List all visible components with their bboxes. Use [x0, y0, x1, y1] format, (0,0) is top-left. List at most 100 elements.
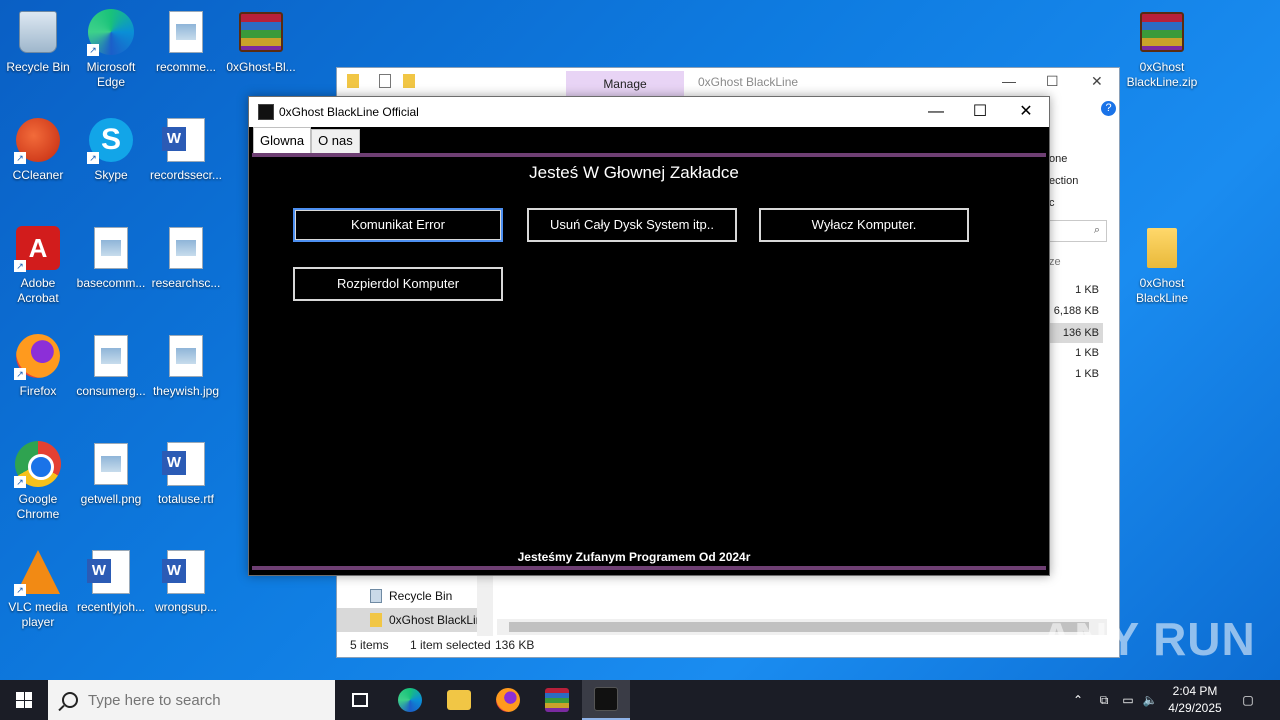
windows-logo-icon [16, 692, 32, 708]
divider [252, 566, 1046, 570]
nav-item-0xghost-blackline[interactable]: 0xGhost BlackLin [337, 608, 493, 632]
tab-o-nas[interactable]: O nas [311, 129, 360, 153]
desktop-icon-label: wrongsup... [154, 600, 218, 614]
taskbar-winrar[interactable] [533, 680, 581, 720]
destroy-computer-button[interactable]: Rozpierdol Komputer [293, 267, 503, 301]
notifications-icon[interactable]: ▢ [1236, 680, 1260, 720]
desktop-icon-rar[interactable]: 0xGhost-Bl... [223, 8, 299, 75]
desktop-icon-label: theywish.jpg [152, 384, 220, 398]
taskbar-blackline-app[interactable] [582, 680, 630, 720]
image-file-icon [87, 440, 135, 488]
word-document-icon [162, 440, 210, 488]
minimize-icon[interactable]: — [913, 97, 959, 127]
recycle-bin-icon [14, 8, 62, 56]
desktop-icon-label: 0xGhost BlackLine.zip [1126, 60, 1198, 89]
new-folder-icon[interactable] [403, 74, 415, 88]
error-message-button[interactable]: Komunikat Error [293, 208, 503, 242]
delete-disk-button[interactable]: Usuń Cały Dysk System itp.. [527, 208, 737, 242]
close-icon[interactable]: ✕ [1003, 97, 1049, 127]
desktop-icon-ccleaner[interactable]: ↗ CCleaner [0, 116, 76, 183]
desktop-icon-label: Recycle Bin [6, 60, 70, 74]
desktop-icon-file[interactable]: recordssecr... [148, 116, 224, 183]
taskbar-file-explorer[interactable] [435, 680, 483, 720]
desktop-icon-file[interactable]: recomme... [148, 8, 224, 75]
tab-glowna[interactable]: Glowna [253, 127, 312, 153]
scrollbar-thumb[interactable] [509, 622, 1089, 632]
minimize-icon[interactable]: — [1002, 73, 1016, 89]
clock-time: 2:04 PM [1172, 684, 1218, 698]
desktop-icon-acrobat[interactable]: A ↗ Adobe Acrobat [0, 224, 76, 306]
show-hidden-icons[interactable]: ⌃ [1068, 680, 1088, 720]
word-document-icon [87, 548, 135, 596]
taskbar-search[interactable] [48, 680, 335, 720]
desktop-icon-recycle-bin[interactable]: Recycle Bin [0, 8, 76, 75]
desktop-icon-file[interactable]: consumerg... [73, 332, 149, 399]
desktop-icon-file[interactable]: recentlyjoh... [73, 548, 149, 615]
desktop-icon-folder[interactable]: 0xGhost BlackLine [1124, 224, 1200, 306]
desktop-icon-skype[interactable]: S ↗ Skype [73, 116, 149, 183]
divider [252, 153, 1046, 157]
volume-icon[interactable]: 🔈 [1140, 680, 1160, 720]
task-view-icon [352, 693, 368, 707]
column-header-size[interactable]: ze [1049, 256, 1061, 268]
winrar-archive-icon [237, 8, 285, 56]
app-titlebar[interactable]: 0xGhost BlackLine Official — ☐ ✕ [249, 97, 1049, 127]
close-icon[interactable]: ✕ [1091, 73, 1103, 90]
search-input[interactable]: ⌕ [1049, 220, 1107, 242]
taskbar-firefox[interactable] [484, 680, 532, 720]
status-selection: 1 item selected [410, 638, 491, 652]
firefox-icon [496, 688, 520, 712]
desktop-icon-label: Firefox [19, 384, 57, 398]
taskbar-clock[interactable]: 2:04 PM 4/29/2025 [1160, 683, 1230, 717]
desktop-icon-label: Microsoft Edge [86, 60, 136, 89]
task-view-button[interactable] [336, 680, 384, 720]
desktop-icon-file[interactable]: totaluse.rtf [148, 440, 224, 507]
maximize-icon[interactable]: ☐ [957, 97, 1003, 127]
desktop-icon-file[interactable]: basecomm... [73, 224, 149, 291]
search-icon: ⌕ [1093, 224, 1100, 236]
nav-scrollbar[interactable] [477, 576, 493, 636]
shutdown-button[interactable]: Wyłacz Komputer. [759, 208, 969, 242]
ribbon-text: ection [1049, 175, 1079, 187]
desktop-icon-zip[interactable]: 0xGhost BlackLine.zip [1124, 8, 1200, 90]
maximize-icon[interactable]: ☐ [1046, 73, 1059, 90]
file-size: 136 KB [1045, 323, 1103, 343]
start-button[interactable] [0, 680, 48, 720]
desktop-icon-firefox[interactable]: ↗ Firefox [0, 332, 76, 399]
desktop-icon-label: recomme... [155, 60, 216, 74]
footer-text: Jesteśmy Zufanym Programem Od 2024r [517, 550, 751, 564]
desktop-icon-file[interactable]: researchsc... [148, 224, 224, 291]
taskbar: ⌃ ⧉ ▭ 🔈 2:04 PM 4/29/2025 ▢ [0, 680, 1280, 720]
desktop-icon-label: recordssecr... [149, 168, 223, 182]
explorer-titlebar[interactable]: Manage 0xGhost BlackLine — ☐ ✕ [337, 68, 1119, 98]
status-size: 136 KB [495, 638, 535, 652]
app-icon [594, 687, 618, 711]
app-icon [258, 104, 274, 120]
nav-item-recycle-bin[interactable]: Recycle Bin [337, 584, 493, 608]
clock-date: 4/29/2025 [1168, 701, 1222, 715]
status-bar: 5 items 1 item selected 136 KB [337, 633, 1119, 657]
blackline-app-window[interactable]: 0xGhost BlackLine Official — ☐ ✕ Glowna … [248, 96, 1050, 576]
winrar-icon [545, 688, 569, 712]
taskbar-edge[interactable] [386, 680, 434, 720]
device-icon[interactable]: ⧉ [1094, 680, 1114, 720]
app-title: 0xGhost BlackLine Official [279, 105, 419, 119]
search-input[interactable] [88, 691, 318, 709]
desktop-icon-file[interactable]: getwell.png [73, 440, 149, 507]
desktop-icon-vlc[interactable]: ↗ VLC media player [0, 548, 76, 630]
desktop-icon-chrome[interactable]: ↗ Google Chrome [0, 440, 76, 522]
desktop-icon-label: CCleaner [12, 168, 64, 182]
desktop-icon-file[interactable]: wrongsup... [148, 548, 224, 615]
desktop-icon-edge[interactable]: ↗ Microsoft Edge [73, 8, 149, 90]
desktop-icon-file[interactable]: theywish.jpg [148, 332, 224, 399]
tab-manage[interactable]: Manage [566, 71, 684, 98]
file-size: 1 KB [1075, 347, 1099, 359]
network-icon[interactable]: ▭ [1118, 680, 1138, 720]
ccleaner-icon: ↗ [14, 116, 62, 164]
properties-icon[interactable] [379, 74, 391, 88]
file-size: 1 KB [1075, 368, 1099, 380]
desktop-icon-label: recentlyjoh... [76, 600, 146, 614]
help-icon[interactable]: ? [1101, 101, 1116, 116]
folder-icon [1138, 224, 1186, 272]
file-size: 1 KB [1075, 284, 1099, 296]
